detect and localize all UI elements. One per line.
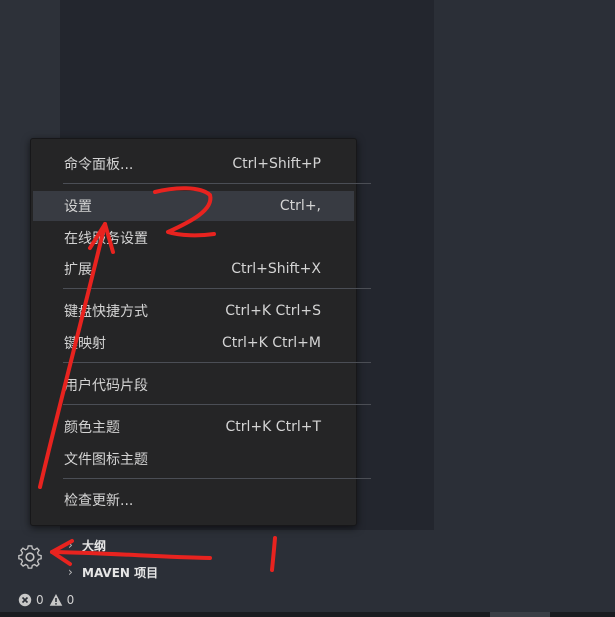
manage-menu: 命令面板... Ctrl+Shift+P 设置 Ctrl+, 在线服务设置 扩展… xyxy=(30,138,371,526)
menu-item-shortcut: Ctrl+, xyxy=(279,198,321,214)
menu-item-shortcut: Ctrl+Shift+X xyxy=(231,261,321,277)
menu-item-extensions[interactable]: 扩展 Ctrl+Shift+X xyxy=(33,254,354,284)
menu-separator xyxy=(63,288,371,289)
status-bar: 0 0 xyxy=(0,587,615,612)
menu-item-label: 键盘快捷方式 xyxy=(64,304,148,320)
outline-section[interactable]: › 大纲 xyxy=(68,535,106,555)
manage-gear-icon[interactable] xyxy=(14,541,46,573)
menu-item-online-services-settings[interactable]: 在线服务设置 xyxy=(33,223,354,253)
menu-separator xyxy=(63,183,371,184)
error-count: 0 xyxy=(36,592,44,607)
maven-label: MAVEN 项目 xyxy=(82,565,159,580)
menu-item-settings[interactable]: 设置 Ctrl+, xyxy=(33,191,354,221)
menu-separator xyxy=(63,404,371,405)
menu-item-command-palette[interactable]: 命令面板... Ctrl+Shift+P xyxy=(33,149,354,179)
outline-label: 大纲 xyxy=(82,538,107,553)
warning-icon[interactable] xyxy=(49,593,63,607)
maven-section[interactable]: › MAVEN 项目 xyxy=(68,562,158,582)
editor-area xyxy=(434,0,615,530)
menu-item-label: 文件图标主题 xyxy=(64,452,148,468)
menu-item-shortcut: Ctrl+K Ctrl+M xyxy=(222,335,321,351)
menu-item-label: 命令面板... xyxy=(64,157,134,173)
menu-item-check-updates[interactable]: 检查更新... xyxy=(33,485,354,515)
menu-item-label: 颜色主题 xyxy=(64,420,120,436)
menu-separator xyxy=(63,478,371,479)
menu-item-keymaps[interactable]: 键映射 Ctrl+K Ctrl+M xyxy=(33,328,354,358)
scrollbar-thumb[interactable] xyxy=(490,612,550,617)
menu-item-label: 扩展 xyxy=(64,262,92,278)
menu-item-shortcut: Ctrl+K Ctrl+S xyxy=(225,303,321,319)
menu-item-color-theme[interactable]: 颜色主题 Ctrl+K Ctrl+T xyxy=(33,412,354,442)
menu-item-keyboard-shortcuts[interactable]: 键盘快捷方式 Ctrl+K Ctrl+S xyxy=(33,296,354,326)
menu-item-file-icon-theme[interactable]: 文件图标主题 xyxy=(33,444,354,474)
error-icon[interactable] xyxy=(18,593,32,607)
warning-count: 0 xyxy=(66,592,75,607)
menu-item-label: 键映射 xyxy=(64,336,106,352)
chevron-right-icon: › xyxy=(68,565,73,579)
menu-item-shortcut: Ctrl+Shift+P xyxy=(232,156,321,172)
menu-item-label: 设置 xyxy=(64,199,92,215)
chevron-right-icon: › xyxy=(68,538,73,552)
menu-item-shortcut: Ctrl+K Ctrl+T xyxy=(225,419,321,435)
menu-item-label: 在线服务设置 xyxy=(64,231,148,247)
menu-item-label: 用户代码片段 xyxy=(64,378,148,394)
menu-item-label: 检查更新... xyxy=(64,493,134,509)
menu-separator xyxy=(63,362,371,363)
menu-item-user-snippets[interactable]: 用户代码片段 xyxy=(33,370,354,400)
